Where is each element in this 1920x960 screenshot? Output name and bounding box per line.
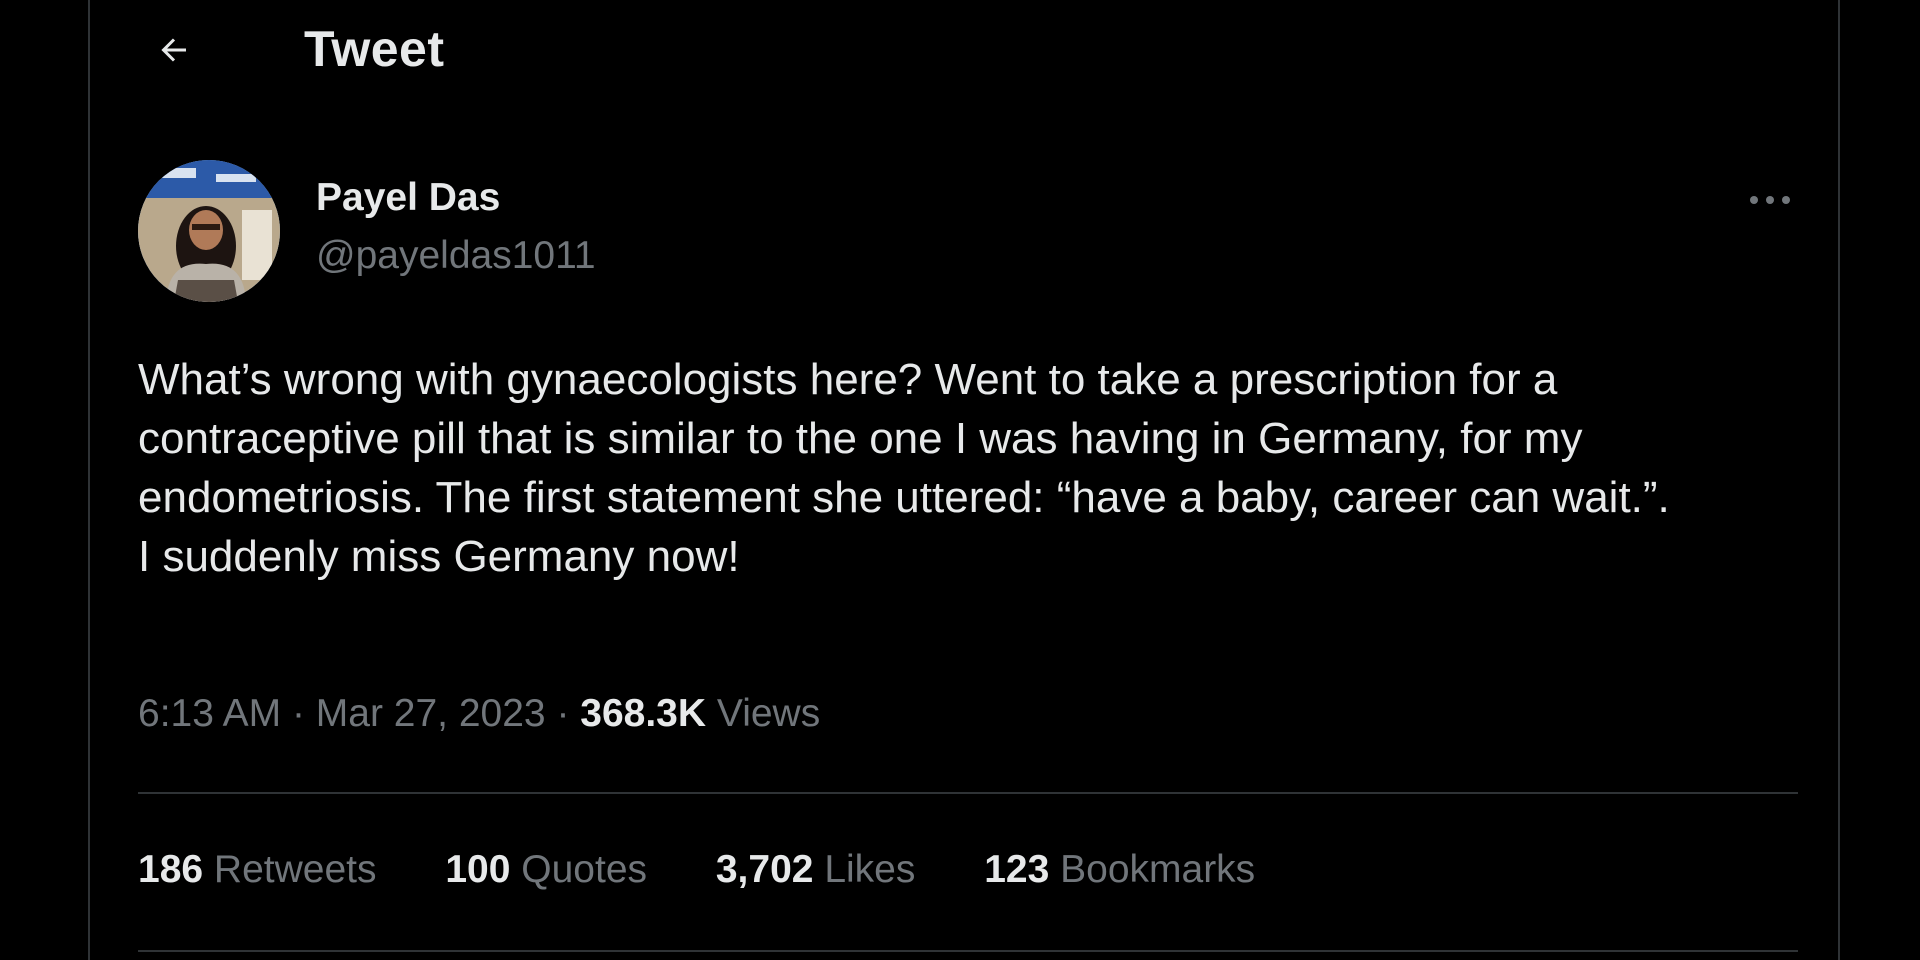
arrow-left-icon: [161, 38, 186, 62]
avatar-photo: [138, 160, 280, 302]
tweet-paragraph: I suddenly miss Germany now!: [138, 532, 740, 581]
tweet-date[interactable]: Mar 27, 2023: [316, 692, 546, 735]
retweets-label: Retweets: [213, 848, 377, 891]
quotes-count: 100: [445, 848, 511, 891]
page-title: Tweet: [304, 21, 445, 77]
tweet-header: Tweet: [90, 0, 1838, 104]
tweet-text: What’s wrong with gynaecologists here? W…: [138, 350, 1798, 586]
likes-label: Likes: [824, 848, 916, 891]
tweet-time[interactable]: 6:13 AM: [138, 692, 281, 735]
divider: [138, 792, 1798, 794]
meta-separator: ·: [291, 692, 305, 735]
more-horizontal-icon: [1750, 196, 1790, 204]
back-button[interactable]: [142, 18, 206, 82]
bookmarks-label: Bookmarks: [1060, 848, 1256, 891]
meta-separator: ·: [556, 692, 570, 735]
divider: [138, 950, 1798, 952]
likes-count: 3,702: [715, 848, 814, 891]
retweets-stat[interactable]: 186 Retweets: [138, 848, 377, 892]
avatar[interactable]: [138, 160, 280, 302]
author-name[interactable]: Payel Das: [316, 176, 500, 220]
bookmarks-stat[interactable]: 123 Bookmarks: [984, 848, 1255, 892]
more-button[interactable]: [1740, 178, 1800, 222]
tweet-meta: 6:13 AM · Mar 27, 2023 · 368.3K Views: [138, 692, 820, 736]
tweet-column: Tweet Payel Das @payeldas1011 What’s wro…: [88, 0, 1840, 960]
bookmarks-count: 123: [984, 848, 1050, 891]
quotes-label: Quotes: [521, 848, 648, 891]
views-count: 368.3K: [580, 692, 707, 735]
likes-stat[interactable]: 3,702 Likes: [716, 848, 916, 892]
retweets-count: 186: [138, 848, 204, 891]
tweet-stats: 186 Retweets 100 Quotes 3,702 Likes 123 …: [138, 848, 1313, 892]
tweet-paragraph: What’s wrong with gynaecologists here? W…: [138, 355, 1670, 522]
quotes-stat[interactable]: 100 Quotes: [445, 848, 647, 892]
views-label: Views: [716, 692, 821, 735]
author-handle[interactable]: @payeldas1011: [316, 234, 596, 278]
